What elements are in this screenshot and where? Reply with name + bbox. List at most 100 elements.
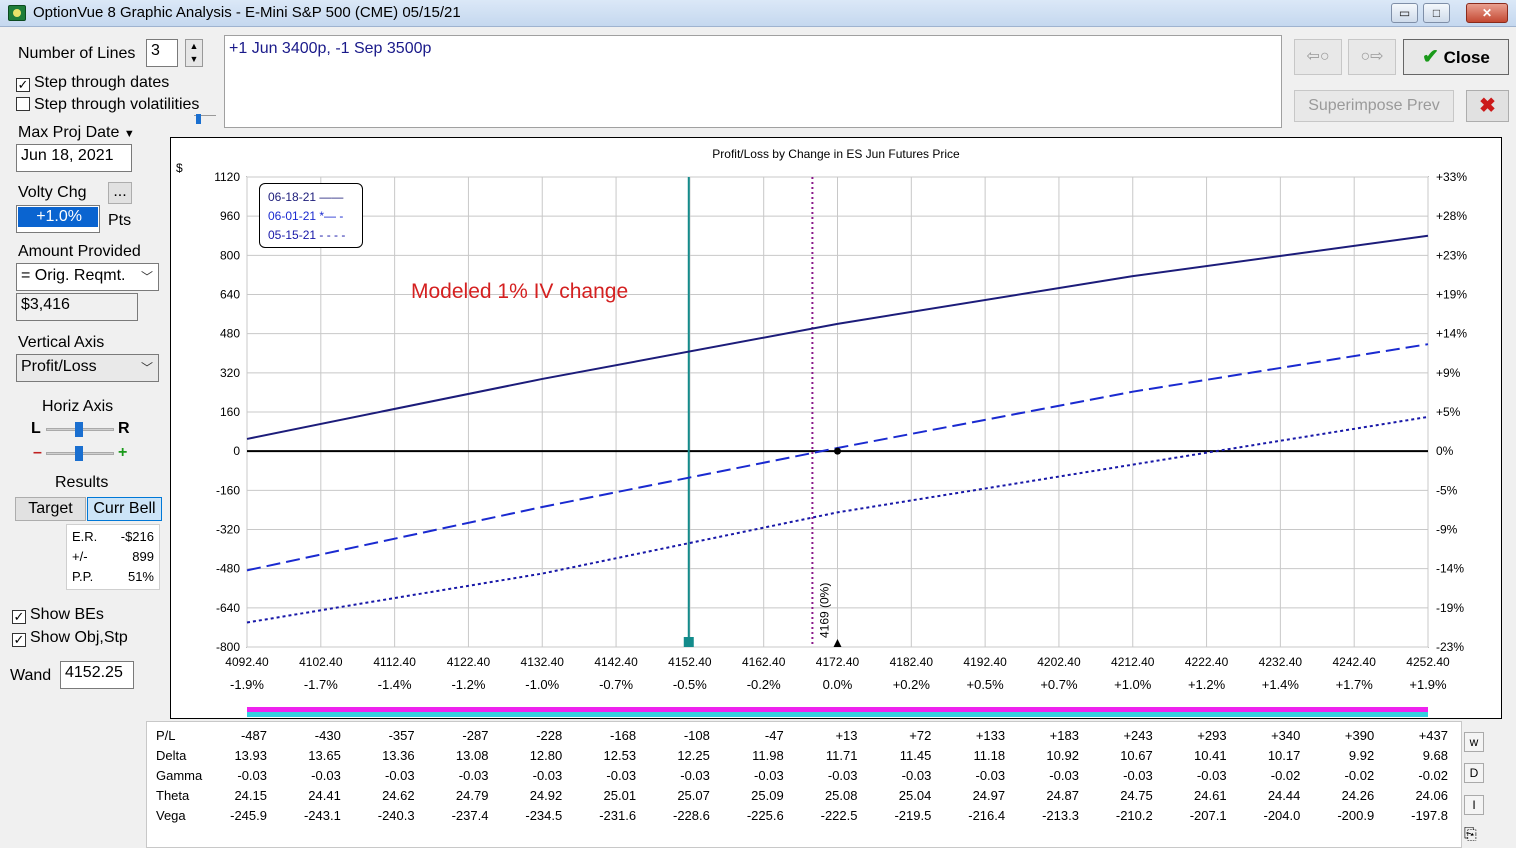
- x-pct-label: +0.2%: [893, 677, 931, 692]
- x-tick-label: 4202.40: [1037, 655, 1081, 669]
- x-pct-label: -0.7%: [599, 677, 633, 692]
- x-tick-label: 4112.40: [373, 655, 416, 669]
- y-tick-label: 480: [220, 327, 240, 341]
- x-tick-label: 4222.40: [1185, 655, 1229, 669]
- x-pct-label: -0.2%: [747, 677, 781, 692]
- table-cell: +72: [909, 728, 932, 743]
- table-cell: 25.09: [751, 788, 784, 803]
- table-cell: 13.08: [455, 748, 489, 763]
- right-tick-label: -14%: [1436, 562, 1464, 576]
- legend-item-0515: 05-15-21 - - - -: [268, 228, 346, 242]
- current-price-marker: [833, 639, 842, 647]
- x-tick-label: 4252.40: [1406, 655, 1450, 669]
- right-tick-label: -5%: [1436, 483, 1458, 497]
- x-pct-label: -1.4%: [378, 677, 412, 692]
- x-pct-label: +0.7%: [1040, 677, 1078, 692]
- x-pct-label: -1.0%: [525, 677, 559, 692]
- table-cell: -197.8: [1411, 808, 1448, 823]
- y-tick-label: -640: [216, 601, 240, 615]
- y-tick-label: 800: [220, 248, 240, 262]
- right-tick-label: +9%: [1436, 366, 1461, 380]
- table-cell: 12.53: [603, 748, 637, 763]
- x-tick-label: 4212.40: [1111, 655, 1155, 669]
- row-label: Vega: [156, 808, 186, 823]
- table-cell: 12.80: [529, 748, 563, 763]
- table-row: Delta 13.93 13.65 13.36 13.08 12.80 12.53 12.25…: [156, 748, 1456, 768]
- table-cell: -0.03: [606, 768, 637, 783]
- table-cell: -204.0: [1263, 808, 1301, 823]
- table-cell: 24.97: [972, 788, 1006, 803]
- x-pct-label: 0.0%: [823, 677, 853, 692]
- table-cell: +340: [1271, 728, 1301, 743]
- x-pct-label: +1.7%: [1336, 677, 1374, 692]
- table-cell: 24.92: [529, 788, 563, 803]
- x-pct-label: +1.2%: [1188, 677, 1226, 692]
- table-cell: 24.06: [1415, 788, 1448, 803]
- table-cell: 24.62: [382, 788, 415, 803]
- x-pct-label: +1.9%: [1409, 677, 1447, 692]
- table-cell: 13.93: [234, 748, 267, 763]
- table-cell: +133: [975, 728, 1006, 743]
- table-cell: +437: [1418, 728, 1448, 743]
- x-tick-label: 4122.40: [447, 655, 491, 669]
- table-cell: -228.6: [673, 808, 710, 823]
- table-cell: 13.65: [308, 748, 341, 763]
- table-cell: 10.92: [1046, 748, 1079, 763]
- right-tick-label: +23%: [1436, 248, 1467, 262]
- y-tick-label: 1120: [214, 170, 240, 184]
- table-cell: -222.5: [820, 808, 858, 823]
- export-icon[interactable]: ⎘: [1464, 826, 1477, 844]
- table-cell: +293: [1197, 728, 1227, 743]
- chart-grid: [246, 176, 1429, 648]
- row-label: Gamma: [156, 768, 203, 783]
- table-cell: 24.79: [455, 788, 489, 803]
- i-button[interactable]: I: [1464, 795, 1484, 815]
- y-tick-label: -480: [216, 562, 240, 576]
- y-tick-label: -800: [216, 640, 240, 654]
- table-cell: 24.75: [1120, 788, 1153, 803]
- table-cell: 13.36: [382, 748, 415, 763]
- w-button[interactable]: w: [1464, 732, 1484, 752]
- table-cell: -207.1: [1189, 808, 1227, 823]
- table-cell: -0.02: [1418, 768, 1448, 783]
- right-tick-label: -23%: [1436, 640, 1464, 654]
- x-tick-label: 4092.40: [225, 655, 269, 669]
- chart-legend: 06-18-21 —— 06-01-21 *— - 05-15-21 - - -…: [259, 183, 363, 248]
- right-tick-label: +5%: [1436, 405, 1461, 419]
- table-row: Theta 24.15 24.41 24.62 24.79 24.92 25.01 25.07…: [156, 788, 1456, 808]
- y-tick-label: 0: [233, 444, 240, 458]
- x-tick-label: 4162.40: [742, 655, 786, 669]
- table-cell: -240.3: [377, 808, 415, 823]
- table-cell: -0.03: [754, 768, 784, 783]
- table-cell: 25.04: [898, 788, 932, 803]
- y-tick-label: -160: [216, 483, 240, 497]
- x-tick-label: 4152.40: [668, 655, 712, 669]
- table-cell: -245.9: [230, 808, 267, 823]
- y-tick-label: 160: [220, 405, 240, 419]
- d-button[interactable]: D: [1464, 763, 1484, 783]
- y-axis-label: $: [176, 161, 183, 175]
- chart-ticks: 4092.40 -1.9% 4102.40 -1.7% 4112.40 -1.4% 4122…: [214, 170, 1467, 692]
- x-tick-label: 4182.40: [890, 655, 934, 669]
- x-pct-label: +1.0%: [1114, 677, 1152, 692]
- table-cell: -0.03: [680, 768, 710, 783]
- x-tick-label: 4132.40: [521, 655, 565, 669]
- table-cell: -0.03: [975, 768, 1006, 783]
- table-cell: 11.45: [899, 748, 932, 763]
- y-tick-label: 320: [220, 366, 240, 380]
- table-cell: 24.15: [234, 788, 267, 803]
- table-cell: 11.71: [825, 748, 858, 763]
- table-cell: 12.25: [677, 748, 710, 763]
- wand-handle[interactable]: [683, 637, 694, 647]
- table-cell: -243.1: [303, 808, 341, 823]
- x-tick-label: 4192.40: [963, 655, 1007, 669]
- right-tick-label: +19%: [1436, 288, 1467, 302]
- table-cell: +183: [1049, 728, 1079, 743]
- table-cell: -213.3: [1042, 808, 1079, 823]
- table-cell: -0.03: [237, 768, 267, 783]
- right-tick-label: +28%: [1436, 209, 1467, 223]
- table-cell: -108: [683, 728, 710, 743]
- table-cell: -0.02: [1344, 768, 1375, 783]
- table-cell: 10.67: [1120, 748, 1153, 763]
- center-price-label: 4169 (0%): [817, 583, 831, 638]
